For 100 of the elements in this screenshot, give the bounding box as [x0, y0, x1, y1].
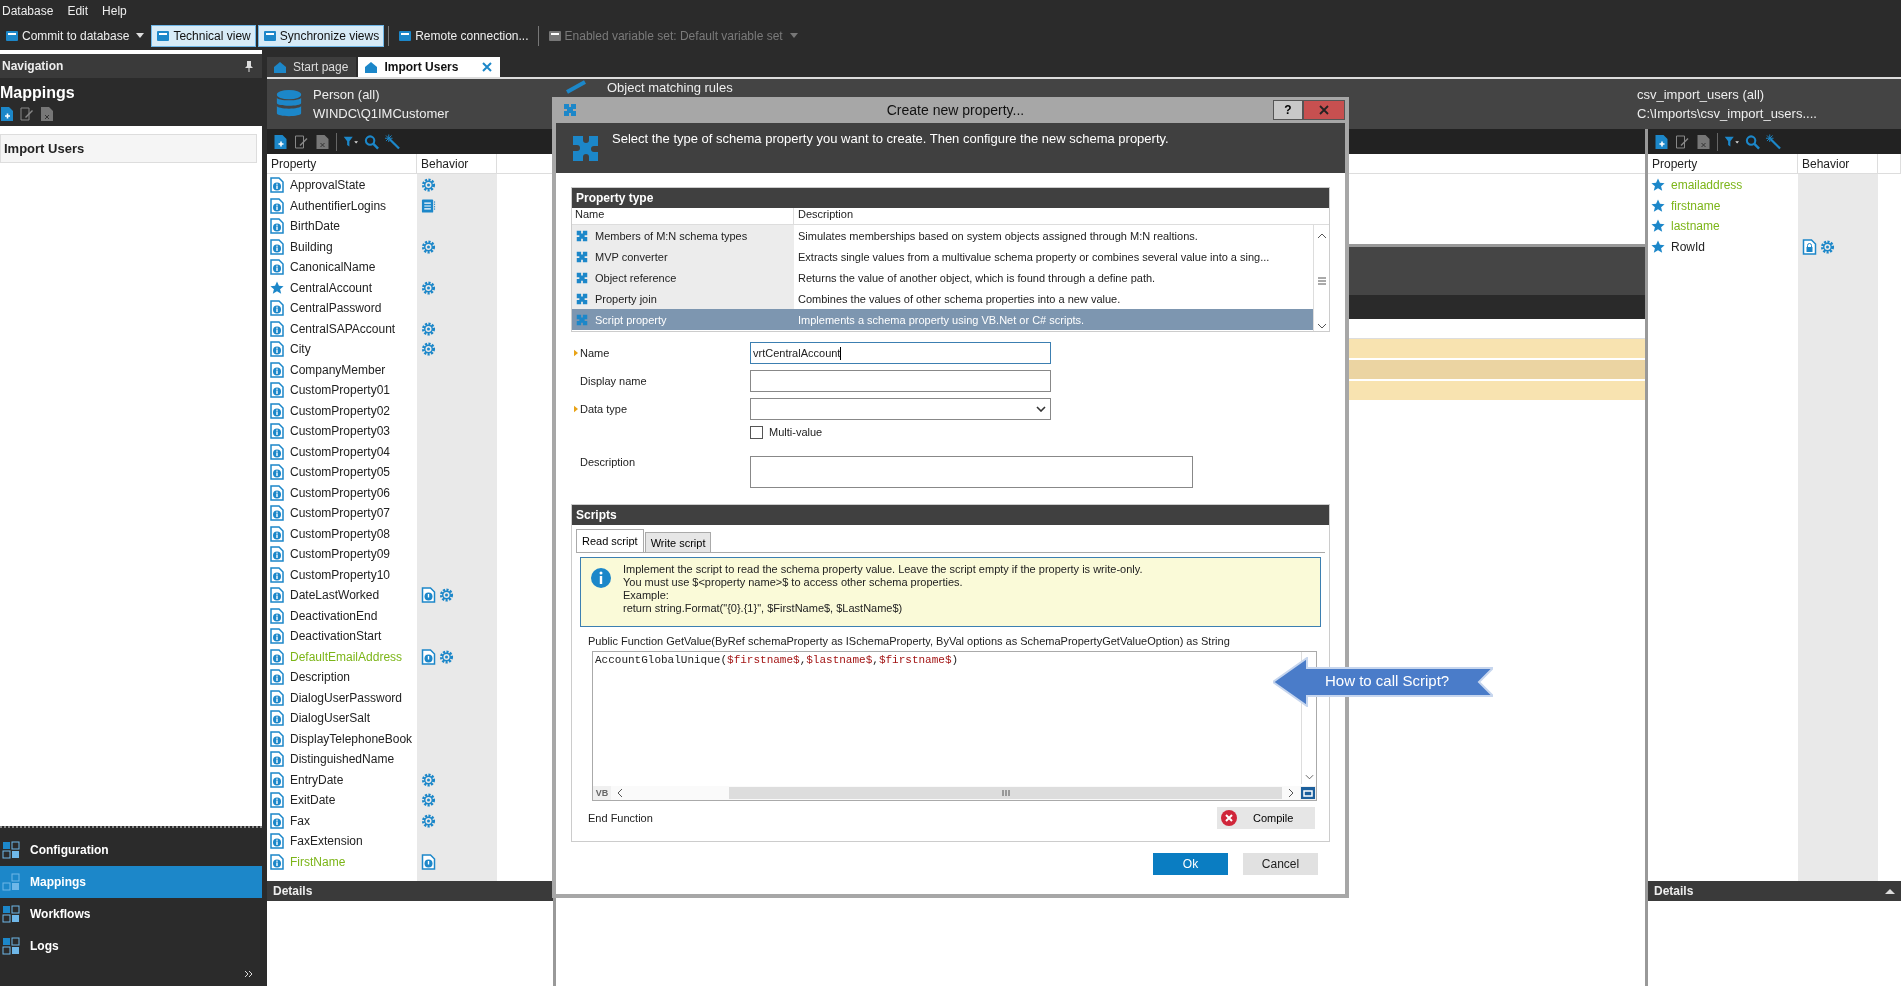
property-name[interactable]: ApprovalState — [290, 178, 366, 193]
script-tab[interactable]: Read script — [576, 529, 644, 552]
module-button[interactable]: Configuration — [0, 834, 262, 866]
property-name[interactable]: DisplayTelephoneBook — [290, 731, 413, 746]
property-name[interactable]: CustomProperty03 — [290, 424, 391, 439]
module-button[interactable]: Logs — [0, 930, 262, 962]
property-name[interactable]: CentralAccount — [290, 280, 373, 295]
pin-icon[interactable] — [244, 60, 254, 72]
property-name[interactable]: DialogUserSalt — [290, 711, 371, 726]
property-type-row[interactable]: Members of M:N schema types Simulates memberships based on system objects assigned through M:N realtions. — [572, 225, 1313, 246]
delete-icon[interactable] — [1696, 133, 1711, 150]
property-name[interactable]: BirthDate — [290, 219, 341, 234]
module-button[interactable]: Mappings — [0, 866, 262, 898]
puzzle-icon — [575, 291, 589, 306]
search-icon[interactable] — [1745, 133, 1760, 150]
column-header[interactable]: Behavior — [417, 154, 497, 173]
property-name[interactable]: City — [290, 342, 311, 357]
chevron-right-icon[interactable] — [1288, 788, 1294, 798]
property-name[interactable]: AuthentifierLogins — [290, 198, 387, 213]
property-name[interactable]: CentralPassword — [290, 301, 382, 316]
property-name[interactable]: Building — [290, 239, 333, 254]
scroll-thumb[interactable] — [729, 787, 1282, 799]
property-name[interactable]: EntryDate — [290, 772, 344, 787]
column-header[interactable]: Name — [572, 208, 794, 224]
property-name[interactable]: DeactivationStart — [290, 629, 382, 644]
menu-item[interactable]: Edit — [67, 3, 89, 18]
search-icon[interactable] — [364, 133, 379, 150]
property-name[interactable]: CustomProperty09 — [290, 547, 391, 562]
delete-icon[interactable] — [40, 106, 54, 122]
wand-icon[interactable] — [1766, 133, 1781, 150]
menu-item[interactable]: Help — [102, 3, 127, 18]
chevron-down-icon[interactable] — [1316, 323, 1327, 329]
ok-button[interactable]: Ok — [1153, 853, 1228, 875]
add-icon[interactable] — [0, 106, 14, 122]
property-name[interactable]: CustomProperty04 — [290, 444, 391, 459]
property-name[interactable]: DeactivationEnd — [290, 608, 378, 623]
puzzle-icon — [575, 312, 589, 327]
input-field[interactable] — [750, 370, 1051, 392]
delete-icon[interactable] — [315, 133, 330, 150]
menu-item[interactable]: Database — [2, 3, 54, 18]
chevron-left-icon[interactable] — [617, 788, 623, 798]
compile-button[interactable]: Compile — [1217, 807, 1315, 829]
script-tab[interactable]: Write script — [644, 532, 712, 552]
caret-icon[interactable] — [1885, 888, 1895, 894]
chevron-icon[interactable] — [244, 970, 254, 978]
edit-icon[interactable] — [20, 106, 34, 122]
help-button[interactable]: ? — [1273, 100, 1303, 120]
property-name[interactable]: CustomProperty02 — [290, 403, 391, 418]
toolbar-button[interactable]: Technical view — [151, 24, 256, 47]
property-name[interactable]: CustomProperty07 — [290, 506, 391, 521]
column-header[interactable]: Description — [794, 208, 1313, 224]
column-header[interactable]: Property — [267, 154, 417, 173]
document-tab[interactable]: Start page — [267, 57, 357, 77]
toolbar-button[interactable]: Synchronize views — [257, 24, 385, 47]
property-name[interactable]: CompanyMember — [290, 362, 386, 377]
property-name[interactable]: CustomProperty01 — [290, 383, 391, 398]
toolbar-button[interactable]: Remote connection... — [393, 24, 534, 47]
property-name[interactable]: CentralSAPAccount — [290, 321, 396, 336]
property-name[interactable]: FaxExtension — [290, 834, 363, 849]
property-name[interactable]: CanonicalName — [290, 260, 376, 275]
property-name[interactable]: Fax — [290, 813, 310, 828]
column-header[interactable]: Property — [1648, 154, 1798, 173]
close-button[interactable] — [1303, 100, 1345, 120]
document-tab[interactable]: Import Users — [358, 57, 501, 77]
edit-icon[interactable] — [1675, 133, 1690, 150]
mapping-item[interactable]: Import Users — [0, 134, 257, 163]
wand-icon[interactable] — [385, 133, 400, 150]
property-type-row[interactable]: MVP converter Extracts single values from a multivalue schema property or combines several value into a sing... — [572, 246, 1313, 267]
edit-icon[interactable] — [294, 133, 309, 150]
cancel-button[interactable]: Cancel — [1243, 853, 1318, 875]
property-name[interactable]: CustomProperty10 — [290, 567, 391, 582]
input-field[interactable]: vrtCentralAccount — [750, 342, 1051, 364]
checkbox-label[interactable]: Multi-value — [769, 426, 823, 438]
scrollbar[interactable] — [611, 786, 1300, 800]
window-icon[interactable] — [1301, 787, 1315, 799]
property-type-row[interactable]: Object reference Returns the value of another object, which is found through a define path. — [572, 267, 1313, 288]
chevron-up-icon[interactable] — [1316, 233, 1327, 239]
close-icon[interactable] — [482, 62, 493, 72]
module-button[interactable]: Workflows — [0, 898, 262, 930]
property-name[interactable]: DistinguishedName — [290, 752, 395, 767]
property-type-row[interactable]: Property join Combines the values of other schema properties into a new value. — [572, 288, 1313, 309]
scrollbar[interactable] — [1313, 225, 1329, 331]
property-name[interactable]: CustomProperty05 — [290, 465, 391, 480]
add-icon[interactable] — [273, 133, 288, 150]
checkbox[interactable] — [750, 425, 763, 439]
property-name[interactable]: Description — [290, 670, 351, 685]
property-name[interactable]: CustomProperty06 — [290, 485, 391, 500]
column-header[interactable]: Behavior — [1798, 154, 1878, 173]
property-name[interactable]: CustomProperty08 — [290, 526, 391, 541]
grip-icon[interactable] — [1316, 277, 1327, 285]
add-icon[interactable] — [1654, 133, 1669, 150]
dropdown-field[interactable] — [750, 398, 1051, 420]
code-editor[interactable]: AccountGlobalUnique($firstname$,$lastname$,$firstname$) VB — [592, 651, 1317, 801]
property-name[interactable]: RowId — [1671, 239, 1705, 254]
chevron-down-icon[interactable] — [1036, 406, 1046, 412]
toolbar-button[interactable]: Commit to database — [0, 24, 150, 47]
property-name[interactable]: ExitDate — [290, 793, 336, 808]
property-name[interactable]: DialogUserPassword — [290, 690, 403, 705]
text-area[interactable] — [750, 456, 1193, 488]
property-name[interactable]: DateLastWorked — [290, 588, 380, 603]
